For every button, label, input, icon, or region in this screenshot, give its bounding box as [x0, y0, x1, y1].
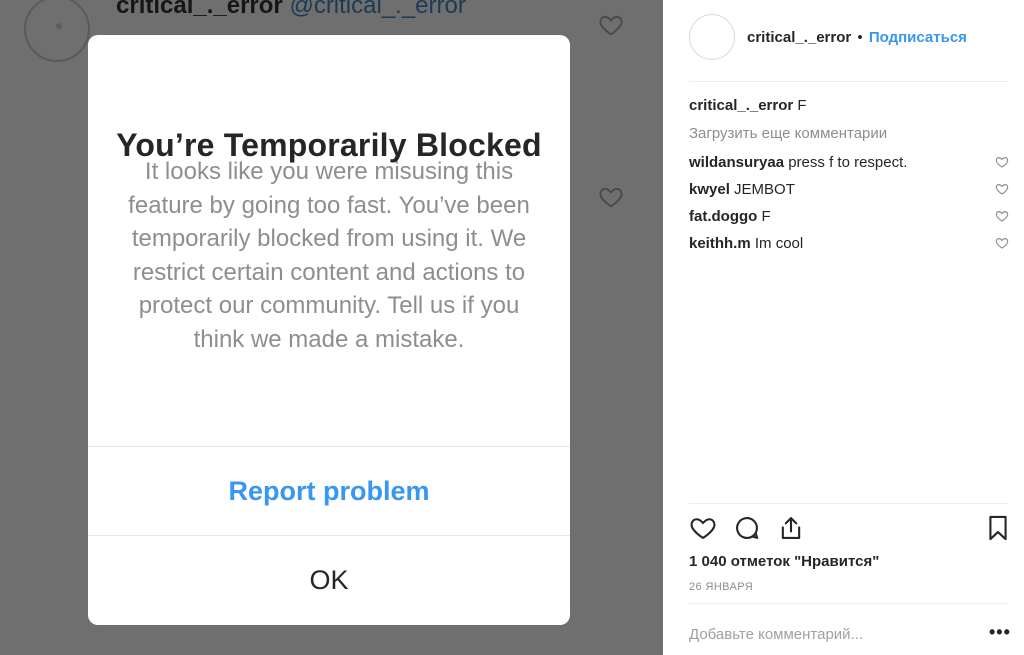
- background-avatar: [24, 0, 90, 62]
- heart-icon[interactable]: [995, 209, 1009, 223]
- divider: [689, 81, 1008, 82]
- load-more-comments-link[interactable]: Загрузить еще комментарии: [689, 125, 887, 142]
- avatar[interactable]: [689, 14, 735, 60]
- comment-item: keithh.m Im cool: [689, 235, 803, 252]
- likes-count[interactable]: 1 040 отметок "Нравится": [689, 553, 879, 570]
- separator-dot: •: [857, 29, 863, 46]
- blocked-dialog: You’re Temporarily Blocked It looks like…: [88, 35, 570, 625]
- post-panel: critical_._error • Подписаться critical_…: [663, 0, 1024, 655]
- modal-overlay[interactable]: critical_._error @critical_._error You’r…: [0, 0, 663, 655]
- more-options-icon[interactable]: •••: [989, 622, 1011, 643]
- comment-username[interactable]: fat.doggo: [689, 208, 757, 225]
- bookmark-icon[interactable]: [984, 514, 1012, 542]
- comment-text: press f to respect.: [788, 154, 908, 171]
- comment-username[interactable]: keithh.m: [689, 235, 751, 252]
- share-icon[interactable]: [777, 514, 805, 542]
- comment-username[interactable]: kwyel: [689, 181, 730, 198]
- heart-icon: [598, 12, 624, 38]
- divider: [689, 603, 1008, 604]
- post-date: 26 ЯНВАРЯ: [689, 581, 754, 593]
- dialog-message: It looks like you were misusing this fea…: [128, 158, 530, 353]
- background-username: critical_._error: [116, 0, 283, 19]
- like-heart-icon[interactable]: [689, 514, 717, 542]
- comment-text: JEMBOT: [734, 181, 795, 198]
- add-comment-input[interactable]: [689, 622, 979, 646]
- comment-text: F: [761, 208, 771, 225]
- post-username[interactable]: critical_._error: [747, 29, 851, 46]
- report-problem-button[interactable]: Report problem: [88, 447, 570, 535]
- comment-item: kwyel JEMBOT: [689, 181, 795, 198]
- comment-item: wildansuryaa press f to respect.: [689, 154, 907, 171]
- heart-icon: [598, 184, 624, 210]
- background-handle: @critical_._error: [289, 0, 466, 19]
- post-header: critical_._error • Подписаться: [747, 29, 967, 46]
- comment-icon[interactable]: [733, 514, 761, 542]
- heart-icon[interactable]: [995, 155, 1009, 169]
- comment-text: Im cool: [754, 235, 804, 252]
- comment-username[interactable]: wildansuryaa: [689, 154, 784, 171]
- comment-item: fat.doggo F: [689, 208, 771, 225]
- heart-icon[interactable]: [995, 182, 1009, 196]
- post-caption: critical_._error F: [689, 97, 807, 114]
- ok-button[interactable]: OK: [88, 536, 570, 625]
- caption-username[interactable]: critical_._error: [689, 97, 793, 114]
- caption-text: F: [797, 97, 807, 114]
- heart-icon[interactable]: [995, 236, 1009, 250]
- divider: [689, 503, 1008, 504]
- follow-button[interactable]: Подписаться: [869, 29, 967, 46]
- background-post-header: critical_._error @critical_._error: [116, 0, 466, 20]
